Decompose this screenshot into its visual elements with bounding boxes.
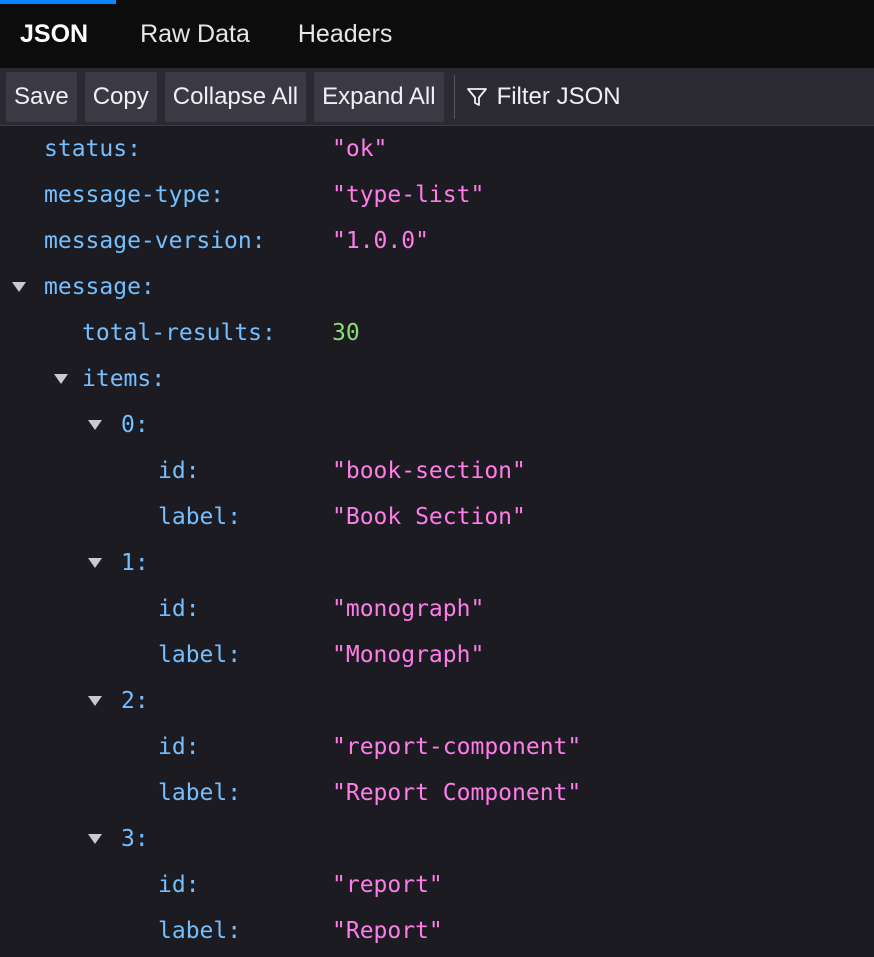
value-label: "Monograph" (332, 642, 485, 668)
key-items: items: (82, 366, 166, 392)
key-label: label: (158, 642, 242, 668)
tree-row-item-id[interactable]: id: "report" (0, 862, 874, 908)
key-item-index: 1: (121, 550, 149, 576)
key-id: id: (158, 458, 200, 484)
value-id: "report-component" (332, 734, 582, 760)
key-item-index: 0: (121, 412, 149, 438)
tree-row-item-index[interactable]: 2: (0, 678, 874, 724)
value-message-type: "type-list" (332, 182, 485, 208)
json-tree: status: "ok" message-type: "type-list" m… (0, 126, 874, 954)
tree-row-item-index[interactable]: 0: (0, 402, 874, 448)
tab-headers[interactable]: Headers (274, 0, 417, 68)
value-id: "book-section" (332, 458, 526, 484)
value-total-results: 30 (332, 320, 360, 346)
value-status: "ok" (332, 136, 388, 162)
filter-json-input[interactable] (496, 82, 797, 111)
value-label: "Book Section" (332, 504, 526, 530)
copy-button[interactable]: Copy (84, 71, 157, 122)
tab-json[interactable]: JSON (0, 0, 117, 68)
tree-row-item-label[interactable]: label: "Report" (0, 908, 874, 954)
expand-all-button[interactable]: Expand All (314, 71, 444, 122)
value-id: "report" (332, 872, 443, 898)
key-id: id: (158, 872, 200, 898)
key-id: id: (158, 596, 200, 622)
filter-icon (465, 85, 489, 109)
save-button[interactable]: Save (6, 71, 77, 122)
key-message-type: message-type: (44, 182, 225, 208)
expand-triangle-icon[interactable] (88, 834, 102, 844)
tree-row-item-id[interactable]: id: "book-section" (0, 448, 874, 494)
tree-row-message-type[interactable]: message-type: "type-list" (0, 172, 874, 218)
tree-row-message-version[interactable]: message-version: "1.0.0" (0, 218, 874, 264)
key-item-index: 2: (121, 688, 149, 714)
tree-row-item-label[interactable]: label: "Book Section" (0, 494, 874, 540)
key-label: label: (158, 504, 242, 530)
toolbar: Save Copy Collapse All Expand All (0, 68, 874, 126)
key-message: message: (44, 274, 155, 300)
toolbar-separator (453, 74, 455, 119)
tree-row-item-id[interactable]: id: "report-component" (0, 724, 874, 770)
tree-row-item-label[interactable]: label: "Monograph" (0, 632, 874, 678)
tree-row-message[interactable]: message: (0, 264, 874, 310)
tree-row-item-index[interactable]: 3: (0, 816, 874, 862)
expand-triangle-icon[interactable] (88, 558, 102, 568)
key-message-version: message-version: (44, 228, 266, 254)
expand-triangle-icon[interactable] (88, 696, 102, 706)
tab-bar: JSON Raw Data Headers (0, 0, 874, 68)
tab-raw-data[interactable]: Raw Data (116, 0, 274, 68)
tree-row-item-id[interactable]: id: "monograph" (0, 586, 874, 632)
expand-triangle-icon[interactable] (12, 282, 26, 292)
value-label: "Report" (332, 918, 443, 944)
key-id: id: (158, 734, 200, 760)
tree-row-item-index[interactable]: 1: (0, 540, 874, 586)
filter-box[interactable] (465, 72, 874, 122)
expand-triangle-icon[interactable] (54, 374, 68, 384)
key-status: status: (44, 136, 141, 162)
value-message-version: "1.0.0" (332, 228, 429, 254)
key-total-results: total-results: (82, 320, 276, 346)
value-label: "Report Component" (332, 780, 582, 806)
key-label: label: (158, 780, 242, 806)
key-item-index: 3: (121, 826, 149, 852)
collapse-all-button[interactable]: Collapse All (164, 71, 307, 122)
tree-row-status[interactable]: status: "ok" (0, 126, 874, 172)
key-label: label: (158, 918, 242, 944)
expand-triangle-icon[interactable] (88, 420, 102, 430)
tree-row-item-label[interactable]: label: "Report Component" (0, 770, 874, 816)
value-id: "monograph" (332, 596, 485, 622)
tree-row-items[interactable]: items: (0, 356, 874, 402)
tree-row-total-results[interactable]: total-results: 30 (0, 310, 874, 356)
